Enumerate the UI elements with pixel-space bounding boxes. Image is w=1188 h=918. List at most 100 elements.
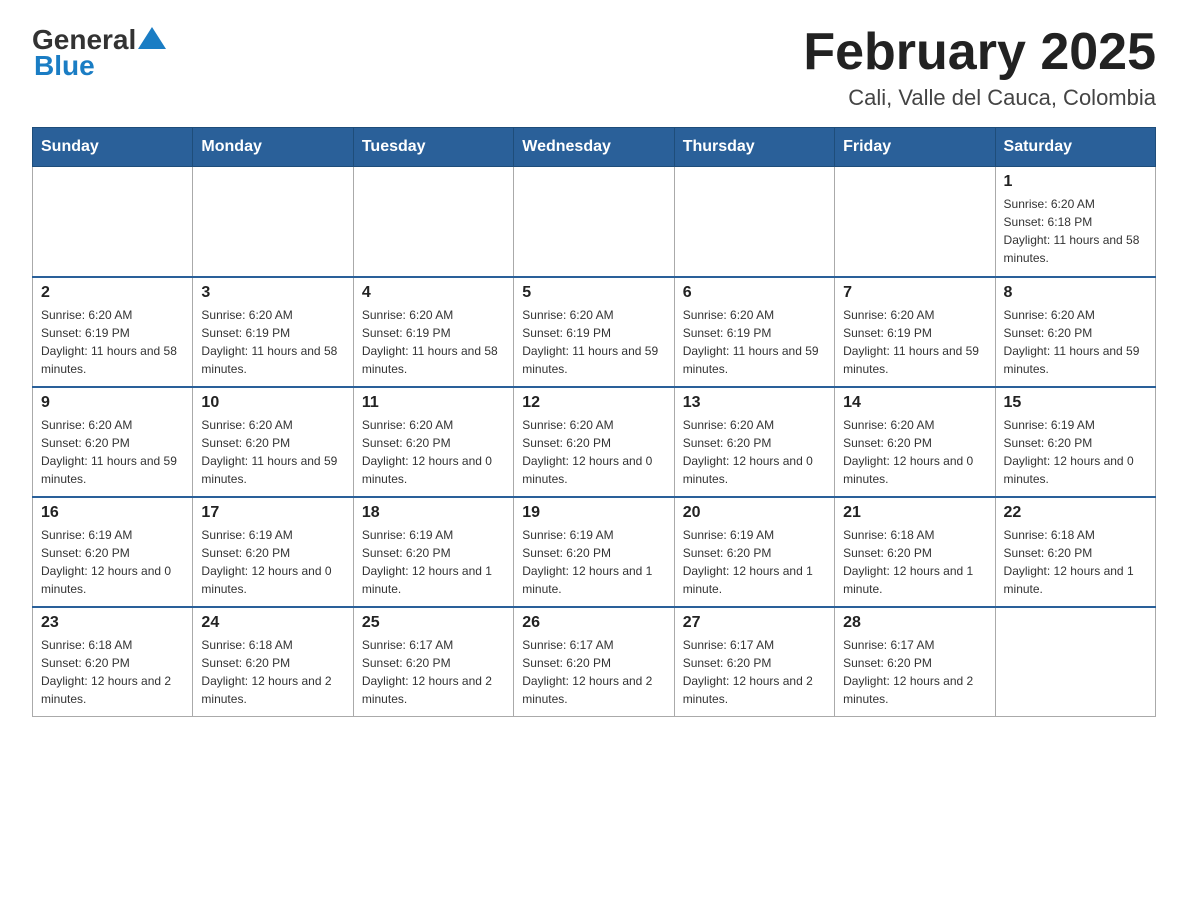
day-number: 13: [683, 394, 826, 412]
calendar-cell: 3 Sunrise: 6:20 AMSunset: 6:19 PMDaylight…: [193, 277, 353, 387]
day-number: 26: [522, 614, 665, 632]
header-thursday: Thursday: [674, 128, 834, 167]
day-number: 28: [843, 614, 986, 632]
day-number: 14: [843, 394, 986, 412]
calendar-cell: [33, 167, 193, 277]
day-info: Sunrise: 6:20 AMSunset: 6:18 PMDaylight:…: [1004, 195, 1147, 267]
calendar-cell: 5Sunrise: 6:20 AMSunset: 6:19 PMDaylight…: [514, 277, 674, 387]
day-info: Sunrise: 6:20 AMSunset: 6:20 PMDaylight:…: [41, 416, 184, 488]
week-row-2: 2 Sunrise: 6:20 AMSunset: 6:19 PMDaylight…: [33, 277, 1156, 387]
header-tuesday: Tuesday: [353, 128, 513, 167]
location-title: Cali, Valle del Cauca, Colombia: [803, 85, 1156, 111]
calendar-cell: 13 Sunrise: 6:20 AMSunset: 6:20 PMDayligh…: [674, 387, 834, 497]
page-header: General Blue February 2025 Cali, Valle d…: [32, 24, 1156, 111]
day-info: Sunrise: 6:20 AMSunset: 6:20 PMDaylight:…: [201, 416, 344, 488]
calendar-cell: 20Sunrise: 6:19 AMSunset: 6:20 PMDayligh…: [674, 497, 834, 607]
day-info: Sunrise: 6:17 AMSunset: 6:20 PMDaylight:…: [843, 636, 986, 708]
calendar-cell: 11 Sunrise: 6:20 AMSunset: 6:20 PMDayligh…: [353, 387, 513, 497]
day-number: 1: [1004, 173, 1147, 191]
day-info: Sunrise: 6:18 AMSunset: 6:20 PMDaylight:…: [843, 526, 986, 598]
day-number: 21: [843, 504, 986, 522]
day-info: Sunrise: 6:19 AMSunset: 6:20 PMDaylight:…: [683, 526, 826, 598]
calendar-cell: 8 Sunrise: 6:20 AMSunset: 6:20 PMDaylight…: [995, 277, 1155, 387]
day-info: Sunrise: 6:19 AMSunset: 6:20 PMDaylight:…: [41, 526, 184, 598]
calendar-cell: 7Sunrise: 6:20 AMSunset: 6:19 PMDaylight…: [835, 277, 995, 387]
day-number: 12: [522, 394, 665, 412]
calendar-cell: 14 Sunrise: 6:20 AMSunset: 6:20 PMDayligh…: [835, 387, 995, 497]
calendar-cell: [835, 167, 995, 277]
day-info: Sunrise: 6:20 AMSunset: 6:19 PMDaylight:…: [362, 306, 505, 378]
calendar-cell: 25 Sunrise: 6:17 AMSunset: 6:20 PMDayligh…: [353, 607, 513, 717]
day-number: 8: [1004, 284, 1147, 302]
day-info: Sunrise: 6:19 AMSunset: 6:20 PMDaylight:…: [1004, 416, 1147, 488]
calendar-cell: 2 Sunrise: 6:20 AMSunset: 6:19 PMDaylight…: [33, 277, 193, 387]
logo-flag-icon: [138, 24, 166, 56]
header-friday: Friday: [835, 128, 995, 167]
calendar-cell: 22 Sunrise: 6:18 AMSunset: 6:20 PMDayligh…: [995, 497, 1155, 607]
week-row-4: 16 Sunrise: 6:19 AMSunset: 6:20 PMDayligh…: [33, 497, 1156, 607]
day-info: Sunrise: 6:20 AMSunset: 6:19 PMDaylight:…: [683, 306, 826, 378]
day-info: Sunrise: 6:19 AMSunset: 6:20 PMDaylight:…: [201, 526, 344, 598]
month-title: February 2025: [803, 24, 1156, 81]
calendar-cell: 27 Sunrise: 6:17 AMSunset: 6:20 PMDayligh…: [674, 607, 834, 717]
day-number: 25: [362, 614, 505, 632]
header-saturday: Saturday: [995, 128, 1155, 167]
calendar-cell: 6Sunrise: 6:20 AMSunset: 6:19 PMDaylight…: [674, 277, 834, 387]
calendar-cell: 12 Sunrise: 6:20 AMSunset: 6:20 PMDayligh…: [514, 387, 674, 497]
logo-blue-text: Blue: [34, 50, 95, 82]
day-number: 22: [1004, 504, 1147, 522]
calendar-cell: 21 Sunrise: 6:18 AMSunset: 6:20 PMDayligh…: [835, 497, 995, 607]
calendar-cell: 26 Sunrise: 6:17 AMSunset: 6:20 PMDayligh…: [514, 607, 674, 717]
day-info: Sunrise: 6:18 AMSunset: 6:20 PMDaylight:…: [1004, 526, 1147, 598]
day-number: 2: [41, 284, 184, 302]
calendar-cell: 19Sunrise: 6:19 AMSunset: 6:20 PMDayligh…: [514, 497, 674, 607]
day-info: Sunrise: 6:20 AMSunset: 6:19 PMDaylight:…: [522, 306, 665, 378]
day-info: Sunrise: 6:17 AMSunset: 6:20 PMDaylight:…: [683, 636, 826, 708]
calendar-cell: [995, 607, 1155, 717]
day-info: Sunrise: 6:20 AMSunset: 6:20 PMDaylight:…: [1004, 306, 1147, 378]
day-info: Sunrise: 6:20 AMSunset: 6:20 PMDaylight:…: [522, 416, 665, 488]
calendar-cell: 10 Sunrise: 6:20 AMSunset: 6:20 PMDayligh…: [193, 387, 353, 497]
calendar-cell: 24 Sunrise: 6:18 AMSunset: 6:20 PMDayligh…: [193, 607, 353, 717]
day-info: Sunrise: 6:20 AMSunset: 6:20 PMDaylight:…: [683, 416, 826, 488]
day-number: 9: [41, 394, 184, 412]
day-info: Sunrise: 6:19 AMSunset: 6:20 PMDaylight:…: [362, 526, 505, 598]
day-number: 11: [362, 394, 505, 412]
calendar-cell: 28 Sunrise: 6:17 AMSunset: 6:20 PMDayligh…: [835, 607, 995, 717]
calendar-cell: 4 Sunrise: 6:20 AMSunset: 6:19 PMDaylight…: [353, 277, 513, 387]
week-row-1: 1 Sunrise: 6:20 AMSunset: 6:18 PMDaylight…: [33, 167, 1156, 277]
week-row-3: 9 Sunrise: 6:20 AMSunset: 6:20 PMDaylight…: [33, 387, 1156, 497]
day-number: 19: [522, 504, 665, 522]
day-info: Sunrise: 6:18 AMSunset: 6:20 PMDaylight:…: [41, 636, 184, 708]
calendar-cell: 15Sunrise: 6:19 AMSunset: 6:20 PMDayligh…: [995, 387, 1155, 497]
day-info: Sunrise: 6:20 AMSunset: 6:20 PMDaylight:…: [843, 416, 986, 488]
header-sunday: Sunday: [33, 128, 193, 167]
day-info: Sunrise: 6:17 AMSunset: 6:20 PMDaylight:…: [522, 636, 665, 708]
calendar-cell: 17 Sunrise: 6:19 AMSunset: 6:20 PMDayligh…: [193, 497, 353, 607]
day-number: 3: [201, 284, 344, 302]
day-number: 18: [362, 504, 505, 522]
week-row-5: 23Sunrise: 6:18 AMSunset: 6:20 PMDayligh…: [33, 607, 1156, 717]
calendar-cell: 9 Sunrise: 6:20 AMSunset: 6:20 PMDaylight…: [33, 387, 193, 497]
calendar-cell: [193, 167, 353, 277]
weekday-header-row: Sunday Monday Tuesday Wednesday Thursday…: [33, 128, 1156, 167]
day-number: 24: [201, 614, 344, 632]
day-number: 17: [201, 504, 344, 522]
calendar-cell: 23Sunrise: 6:18 AMSunset: 6:20 PMDayligh…: [33, 607, 193, 717]
day-info: Sunrise: 6:17 AMSunset: 6:20 PMDaylight:…: [362, 636, 505, 708]
day-number: 16: [41, 504, 184, 522]
day-info: Sunrise: 6:20 AMSunset: 6:20 PMDaylight:…: [362, 416, 505, 488]
day-number: 4: [362, 284, 505, 302]
day-info: Sunrise: 6:20 AMSunset: 6:19 PMDaylight:…: [41, 306, 184, 378]
calendar-cell: 1 Sunrise: 6:20 AMSunset: 6:18 PMDaylight…: [995, 167, 1155, 277]
calendar-cell: [514, 167, 674, 277]
day-info: Sunrise: 6:20 AMSunset: 6:19 PMDaylight:…: [843, 306, 986, 378]
header-monday: Monday: [193, 128, 353, 167]
calendar-cell: 16 Sunrise: 6:19 AMSunset: 6:20 PMDayligh…: [33, 497, 193, 607]
day-info: Sunrise: 6:18 AMSunset: 6:20 PMDaylight:…: [201, 636, 344, 708]
logo: General Blue: [32, 24, 168, 82]
calendar-table: Sunday Monday Tuesday Wednesday Thursday…: [32, 127, 1156, 717]
day-number: 27: [683, 614, 826, 632]
day-number: 10: [201, 394, 344, 412]
day-info: Sunrise: 6:20 AMSunset: 6:19 PMDaylight:…: [201, 306, 344, 378]
